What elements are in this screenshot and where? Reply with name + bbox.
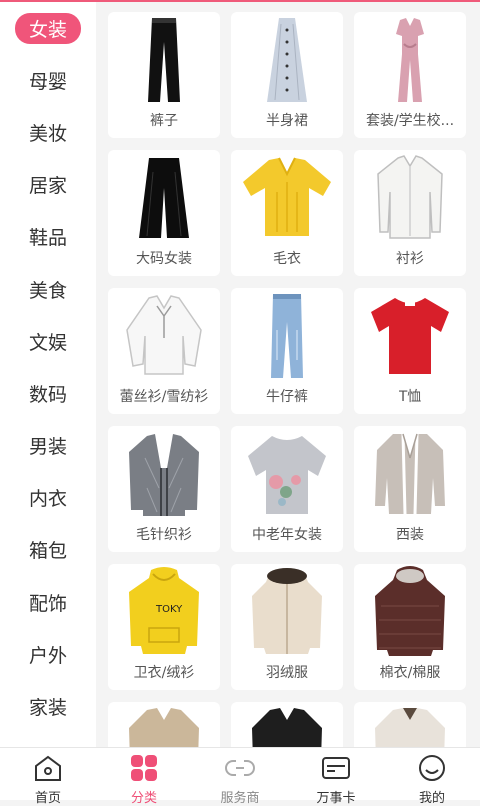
- sidebar-item-label: 居家: [28, 175, 67, 198]
- sidebar-item-label: 女装: [14, 12, 81, 44]
- sidebar-item-label: 数码: [28, 383, 67, 406]
- sidebar-item-bags[interactable]: 箱包: [0, 524, 96, 576]
- grid-item-label: 牛仔裤: [266, 389, 308, 405]
- cardigan-icon: [114, 426, 214, 522]
- sidebar-item-label: 鞋品: [28, 227, 67, 250]
- grid-item-hoodie[interactable]: TOKY 卫衣/绒衫: [108, 564, 220, 690]
- svg-text:TOKY: TOKY: [155, 604, 183, 615]
- jumpsuit-icon: [360, 12, 460, 108]
- skirt-icon: [237, 12, 337, 108]
- grid-item-label: 毛针织衫: [136, 527, 192, 543]
- chiffon-blouse-icon: [114, 288, 214, 384]
- blazer-icon: [360, 426, 460, 522]
- grid-item-middle-aged[interactable]: 中老年女装: [231, 426, 343, 552]
- grid-item-label: T恤: [398, 389, 422, 405]
- sidebar-item-decor[interactable]: 家装: [0, 680, 96, 732]
- grid-item-label: 毛衣: [273, 251, 301, 267]
- sidebar-item-entertainment[interactable]: 文娱: [0, 315, 96, 367]
- grid-item-label: 西装: [396, 527, 424, 543]
- sidebar-item-mens[interactable]: 男装: [0, 420, 96, 472]
- grid-item-pants[interactable]: 裤子: [108, 12, 220, 138]
- sidebar-item-beauty[interactable]: 美妆: [0, 106, 96, 158]
- card-icon: [321, 754, 351, 786]
- grid-item-sweater[interactable]: 毛衣: [231, 150, 343, 276]
- pants-icon: [114, 12, 214, 108]
- grid-item-label: 棉衣/棉服: [379, 665, 441, 681]
- sidebar-item-label: 配饰: [28, 592, 67, 615]
- leather-jacket-icon: [237, 702, 337, 747]
- floral-top-icon: [237, 426, 337, 522]
- subcategory-grid: 裤子 半身裙 套装/学生校... 大码女装 毛衣 衬衫 蕾丝衫/雪纺衫 牛仔裤 …: [108, 12, 478, 747]
- grid-item-label: 卫衣/绒衫: [133, 665, 195, 681]
- tab-category[interactable]: 分类: [96, 748, 192, 806]
- link-icon: [225, 754, 255, 786]
- grid-item-shirt[interactable]: 衬衫: [354, 150, 466, 276]
- sweater-icon: [237, 150, 337, 246]
- tab-profile[interactable]: 我的: [384, 748, 480, 806]
- tab-label: 万事卡: [316, 791, 356, 806]
- grid-item-coat[interactable]: [108, 702, 220, 747]
- tab-card[interactable]: 万事卡: [288, 748, 384, 806]
- sidebar-item-underwear[interactable]: 内衣: [0, 472, 96, 524]
- grid-item-label: 半身裙: [266, 113, 308, 129]
- fur-coat-icon: [360, 702, 460, 747]
- sidebar-item-label: 美妆: [28, 122, 67, 145]
- bottom-tab-bar: 首页 分类 服务商 万事卡 我的: [0, 747, 480, 806]
- grid-item-jeans[interactable]: 牛仔裤: [231, 288, 343, 414]
- grid-item-label: 裤子: [150, 113, 178, 129]
- grid-item-padded-coat[interactable]: 棉衣/棉服: [354, 564, 466, 690]
- category-sidebar: 女装 母婴 美妆 居家 鞋品 美食 文娱 数码 男装 内衣 箱包 配饰 户外 家…: [0, 2, 96, 747]
- sidebar-item-label: 文娱: [28, 331, 67, 354]
- jeans-icon: [237, 288, 337, 384]
- grid-item-plus-size[interactable]: 大码女装: [108, 150, 220, 276]
- wide-pants-icon: [114, 150, 214, 246]
- category-content: 裤子 半身裙 套装/学生校... 大码女装 毛衣 衬衫 蕾丝衫/雪纺衫 牛仔裤 …: [96, 2, 480, 747]
- padded-coat-icon: [360, 564, 460, 660]
- tab-label: 首页: [34, 791, 61, 806]
- grid-item-fur[interactable]: [354, 702, 466, 747]
- sidebar-item-digital[interactable]: 数码: [0, 367, 96, 419]
- grid-item-down-jacket[interactable]: 羽绒服: [231, 564, 343, 690]
- tab-label: 服务商: [220, 791, 260, 806]
- grid-item-label: 大码女装: [136, 251, 192, 267]
- sidebar-item-label: 箱包: [28, 540, 67, 563]
- tab-service-provider[interactable]: 服务商: [192, 748, 288, 806]
- grid-item-label: 衬衫: [396, 251, 424, 267]
- sidebar-item-label: 男装: [28, 436, 67, 459]
- sidebar-item-accessories[interactable]: 配饰: [0, 576, 96, 628]
- sidebar-item-home[interactable]: 居家: [0, 159, 96, 211]
- grid-item-blazer[interactable]: 西装: [354, 426, 466, 552]
- grid-item-leather[interactable]: [231, 702, 343, 747]
- grid-item-label: 套装/学生校...: [365, 113, 455, 129]
- grid-item-label: 羽绒服: [266, 665, 308, 681]
- down-jacket-icon: [237, 564, 337, 660]
- grid-item-suit-set[interactable]: 套装/学生校...: [354, 12, 466, 138]
- shirt-icon: [360, 150, 460, 246]
- sidebar-item-baby[interactable]: 母婴: [0, 54, 96, 106]
- tab-label: 我的: [418, 791, 445, 806]
- tab-home[interactable]: 首页: [0, 748, 96, 806]
- sidebar-item-womens[interactable]: 女装: [0, 2, 96, 54]
- sidebar-item-shoes[interactable]: 鞋品: [0, 211, 96, 263]
- hoodie-icon: TOKY: [114, 564, 214, 660]
- grid-item-knitwear[interactable]: 毛针织衫: [108, 426, 220, 552]
- grid-item-tshirt[interactable]: T恤: [354, 288, 466, 414]
- home-icon: [33, 754, 63, 786]
- sidebar-item-label: 美食: [28, 279, 67, 302]
- grid-item-label: 蕾丝衫/雪纺衫: [119, 389, 209, 405]
- sidebar-item-label: 母婴: [28, 70, 67, 93]
- grid-item-chiffon[interactable]: 蕾丝衫/雪纺衫: [108, 288, 220, 414]
- grid-item-skirt[interactable]: 半身裙: [231, 12, 343, 138]
- trench-coat-icon: [114, 702, 214, 747]
- grid-item-label: 中老年女装: [252, 527, 322, 543]
- sidebar-item-label: 内衣: [28, 488, 67, 511]
- sidebar-item-outdoor[interactable]: 户外: [0, 628, 96, 680]
- sidebar-item-food[interactable]: 美食: [0, 263, 96, 315]
- smile-icon: [417, 754, 447, 786]
- tshirt-icon: [360, 288, 460, 384]
- sidebar-item-label: 家装: [28, 697, 67, 720]
- tab-label: 分类: [130, 791, 157, 806]
- sidebar-item-label: 户外: [28, 644, 67, 667]
- category-icon: [129, 754, 159, 786]
